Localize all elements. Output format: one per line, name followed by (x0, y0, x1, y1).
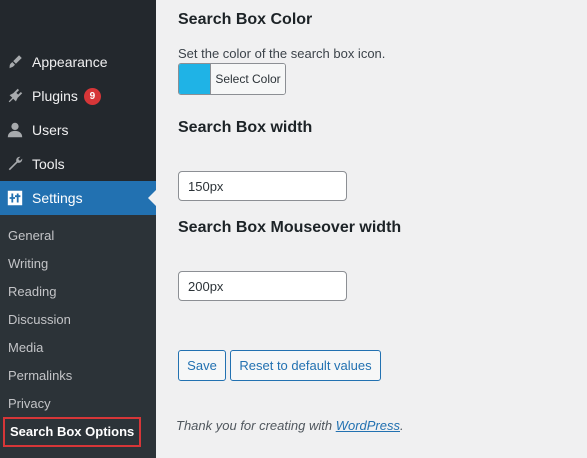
submenu-discussion[interactable]: Discussion (8, 309, 71, 331)
submenu-search-box-options[interactable]: Search Box Options (3, 417, 142, 447)
admin-sidebar: Appearance Plugins 9 Users Tools Setting… (0, 0, 156, 458)
menu-item-users[interactable]: Users (0, 113, 156, 147)
menu-label-users: Users (32, 122, 69, 138)
submenu-media[interactable]: Media (8, 337, 43, 359)
menu-label-tools: Tools (32, 156, 65, 172)
menu-item-plugins[interactable]: Plugins 9 (0, 79, 156, 113)
plugin-icon (5, 86, 25, 106)
search-box-width-title: Search Box width (178, 119, 313, 136)
save-button[interactable]: Save (178, 350, 226, 381)
settings-icon (5, 188, 25, 208)
wordpress-link[interactable]: WordPress (336, 418, 400, 433)
admin-footer: Thank you for creating with WordPress. (176, 418, 404, 433)
paintbrush-icon (5, 52, 25, 72)
menu-label-plugins: Plugins (32, 88, 78, 104)
search-box-mouseover-width-input[interactable] (178, 271, 347, 301)
wrench-icon (5, 154, 25, 174)
select-color-label: Select Color (210, 64, 285, 94)
footer-suffix: . (400, 418, 404, 433)
search-box-color-description: Set the color of the search box icon. (178, 46, 386, 61)
menu-item-settings[interactable]: Settings (0, 181, 156, 215)
submenu-general[interactable]: General (8, 225, 54, 247)
submenu-privacy[interactable]: Privacy (8, 393, 51, 415)
color-swatch (179, 64, 210, 94)
color-picker-button[interactable]: Select Color (178, 63, 286, 95)
submenu-writing[interactable]: Writing (8, 253, 48, 275)
submenu-reading[interactable]: Reading (8, 281, 56, 303)
search-box-width-input[interactable] (178, 171, 347, 201)
submenu-permalinks[interactable]: Permalinks (8, 365, 72, 387)
menu-item-appearance[interactable]: Appearance (0, 45, 156, 79)
settings-submenu: General Writing Reading Discussion Media… (0, 215, 156, 458)
search-box-color-title: Search Box Color (178, 11, 313, 28)
user-icon (5, 120, 25, 140)
menu-label-appearance: Appearance (32, 54, 108, 70)
reset-defaults-button[interactable]: Reset to default values (230, 350, 381, 381)
footer-text: Thank you for creating with (176, 418, 336, 433)
search-box-mouseover-width-title: Search Box Mouseover width (178, 219, 402, 236)
plugins-update-badge: 9 (83, 87, 101, 105)
menu-label-settings: Settings (32, 190, 83, 206)
menu-item-tools[interactable]: Tools (0, 147, 156, 181)
